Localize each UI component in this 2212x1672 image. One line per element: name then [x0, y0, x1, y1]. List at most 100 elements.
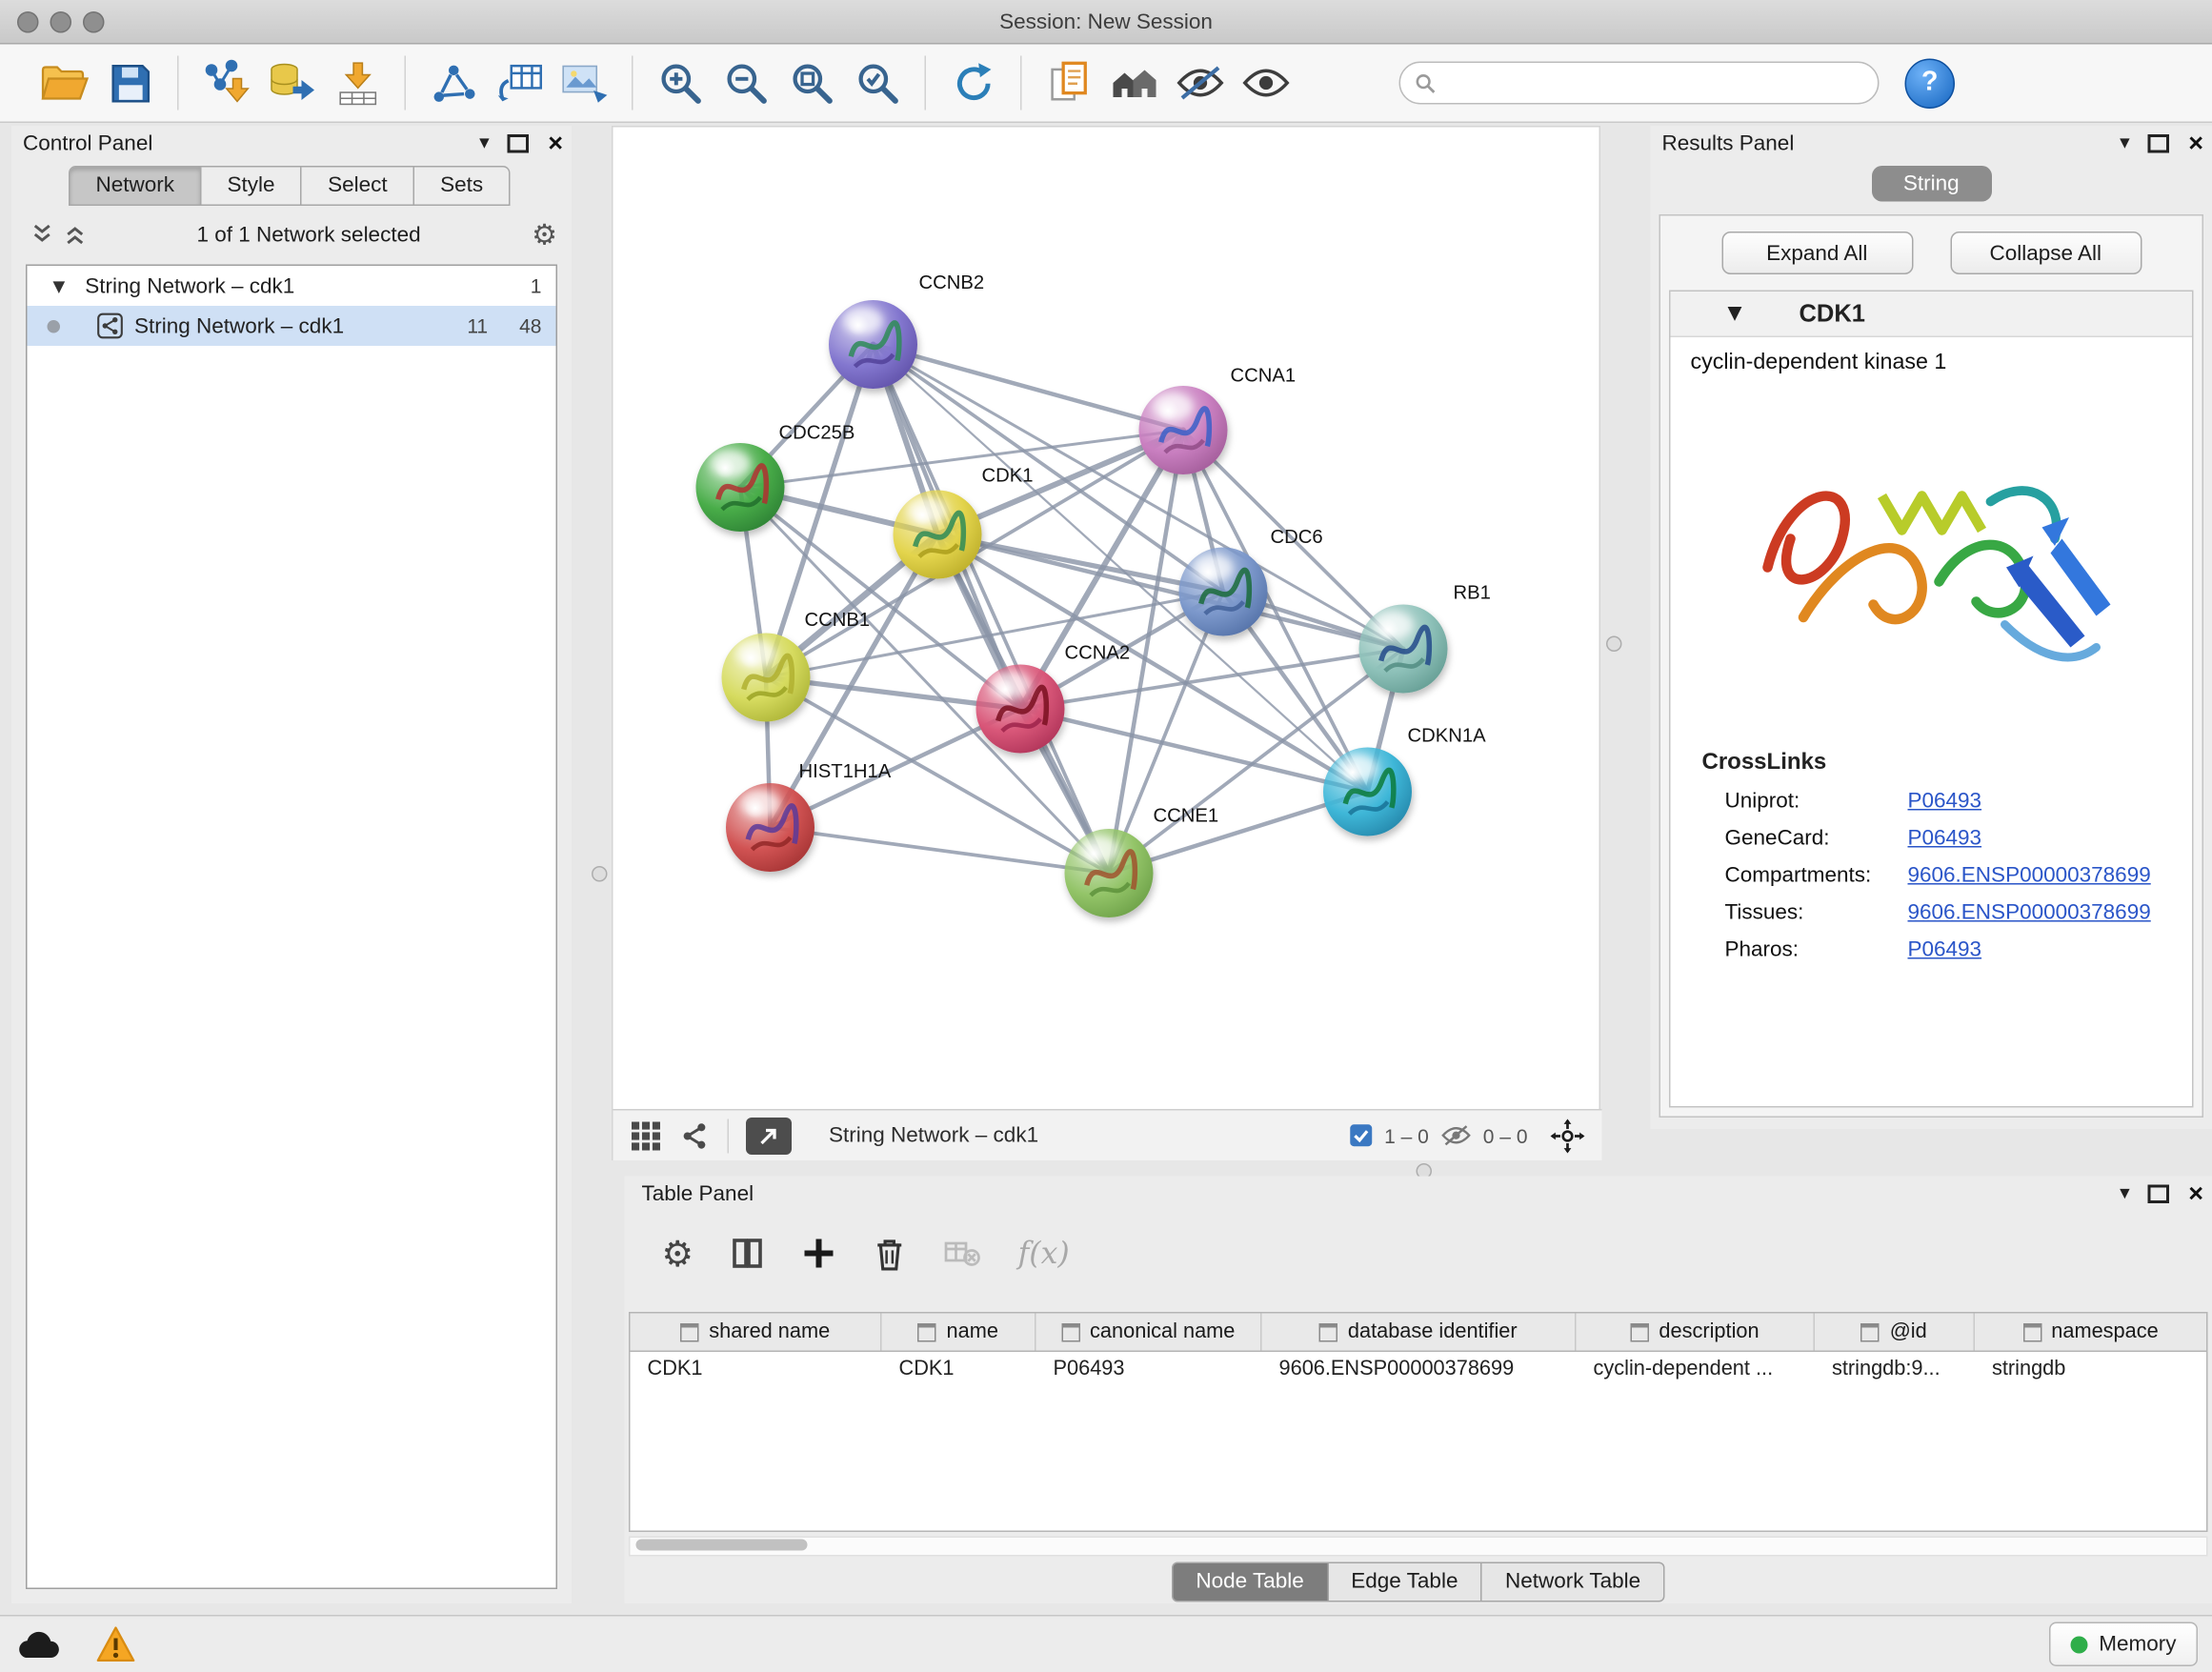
collapse-gene-icon[interactable]: ▼: [1728, 303, 1742, 325]
cell-id[interactable]: stringdb:9...: [1815, 1352, 1975, 1389]
network-node-cdc25b[interactable]: [696, 443, 785, 532]
export-image-icon[interactable]: [552, 50, 617, 116]
horizontal-scrollbar[interactable]: [629, 1537, 2208, 1557]
cell-description[interactable]: cyclin-dependent ...: [1577, 1352, 1816, 1389]
import-network-from-file-icon[interactable]: [193, 50, 259, 116]
cell-canonical-name[interactable]: P06493: [1036, 1352, 1262, 1389]
toolbar-separator: [405, 56, 407, 111]
network-node-cdc6[interactable]: [1179, 548, 1268, 636]
network-node-cdk1[interactable]: [894, 491, 982, 579]
crosslink-link[interactable]: 9606.ENSP00000378699: [1908, 863, 2151, 888]
network-node-ccne1[interactable]: [1065, 829, 1154, 917]
crosslink-link[interactable]: P06493: [1908, 937, 1982, 962]
hide-annotations-icon[interactable]: [1168, 50, 1234, 116]
splitter-handle[interactable]: [1606, 636, 1622, 653]
column-header[interactable]: database identifier: [1262, 1314, 1577, 1351]
network-node-ccna2[interactable]: [976, 665, 1065, 754]
close-panel-icon[interactable]: ×: [2188, 131, 2203, 156]
cell-namespace[interactable]: stringdb: [1975, 1352, 2206, 1389]
gene-header-row[interactable]: ▼ CDK1: [1671, 292, 2193, 337]
new-network-icon[interactable]: [420, 50, 486, 116]
selected-checkbox-icon[interactable]: [1349, 1123, 1374, 1148]
column-header[interactable]: canonical name: [1036, 1314, 1262, 1351]
network-overview-icon[interactable]: [679, 1119, 711, 1151]
import-network-from-database-icon[interactable]: [259, 50, 325, 116]
birds-eye-view-icon[interactable]: [631, 1119, 662, 1151]
help-button[interactable]: ?: [1905, 58, 1956, 109]
open-session-icon[interactable]: [31, 50, 97, 116]
copy-view-icon[interactable]: [1036, 50, 1102, 116]
panel-menu-icon[interactable]: ▾: [2120, 1183, 2130, 1203]
zoom-out-icon[interactable]: [714, 50, 779, 116]
close-panel-icon[interactable]: ×: [2188, 1180, 2203, 1206]
network-node-hist1h1a[interactable]: [726, 783, 814, 872]
control-panel: Control Panel ▾ × Network Style Select S…: [11, 126, 572, 1603]
column-header[interactable]: @id: [1815, 1314, 1975, 1351]
close-panel-icon[interactable]: ×: [548, 131, 563, 156]
column-header[interactable]: namespace: [1975, 1314, 2206, 1351]
show-columns-icon[interactable]: [731, 1237, 765, 1271]
zoom-selected-icon[interactable]: [845, 50, 911, 116]
scrollbar-thumb[interactable]: [636, 1540, 808, 1551]
cloud-icon[interactable]: [14, 1627, 63, 1662]
tab-network[interactable]: Network: [69, 166, 202, 206]
float-panel-icon[interactable]: [2148, 1184, 2170, 1203]
search-input[interactable]: [1445, 71, 1864, 96]
network-node-ccna1[interactable]: [1139, 386, 1228, 474]
crosslink-link[interactable]: P06493: [1908, 826, 1982, 851]
tab-node-table[interactable]: Node Table: [1172, 1562, 1328, 1602]
crosslink-link[interactable]: 9606.ENSP00000378699: [1908, 900, 2151, 925]
column-header[interactable]: name: [882, 1314, 1036, 1351]
tab-edge-table[interactable]: Edge Table: [1328, 1562, 1482, 1602]
save-session-icon[interactable]: [97, 50, 163, 116]
collapse-all-networks-icon[interactable]: [31, 223, 53, 246]
import-table-from-file-icon[interactable]: [325, 50, 391, 116]
add-column-icon[interactable]: [802, 1237, 836, 1271]
crosslink-link[interactable]: P06493: [1908, 789, 1982, 814]
home-icon[interactable]: [1102, 50, 1168, 116]
cell-shared-name[interactable]: CDK1: [631, 1352, 882, 1389]
collapse-all-button[interactable]: Collapse All: [1950, 232, 2142, 274]
tab-style[interactable]: Style: [202, 166, 303, 206]
panel-menu-icon[interactable]: ▾: [479, 133, 490, 153]
tab-sets[interactable]: Sets: [414, 166, 511, 206]
show-annotations-icon[interactable]: [1234, 50, 1299, 116]
open-in-new-window-button[interactable]: [746, 1117, 792, 1154]
expand-all-networks-icon[interactable]: [65, 223, 87, 246]
panel-menu-icon[interactable]: ▾: [2120, 133, 2130, 153]
refresh-view-icon[interactable]: [940, 50, 1006, 116]
cell-name[interactable]: CDK1: [882, 1352, 1036, 1389]
delete-column-icon[interactable]: [874, 1236, 907, 1272]
table-options-gear-icon[interactable]: ⚙: [662, 1236, 694, 1272]
fit-content-crosshair-icon[interactable]: [1551, 1118, 1585, 1153]
cell-database-identifier[interactable]: 9606.ENSP00000378699: [1262, 1352, 1577, 1389]
tab-select[interactable]: Select: [302, 166, 414, 206]
zoom-in-icon[interactable]: [648, 50, 714, 116]
node-label: CCNA2: [1065, 642, 1131, 664]
float-panel-icon[interactable]: [508, 133, 530, 152]
window-title: Session: New Session: [0, 10, 2212, 34]
column-header[interactable]: shared name: [631, 1314, 882, 1351]
network-node-rb1[interactable]: [1359, 605, 1448, 694]
network-table-icon[interactable]: [486, 50, 552, 116]
collection-expander-icon[interactable]: ▼: [53, 276, 66, 295]
table-row[interactable]: CDK1 CDK1 P06493 9606.ENSP00000378699 cy…: [631, 1352, 2207, 1389]
expand-all-button[interactable]: Expand All: [1721, 232, 1913, 274]
network-edges: [613, 128, 1602, 1110]
warning-icon[interactable]: [94, 1625, 137, 1664]
float-panel-icon[interactable]: [2148, 133, 2170, 152]
splitter-handle[interactable]: [592, 866, 608, 882]
memory-button[interactable]: Memory: [2049, 1622, 2198, 1667]
network-row-selected[interactable]: String Network – cdk1 11 48: [28, 306, 556, 346]
network-node-ccnb2[interactable]: [829, 300, 917, 389]
hidden-eye-icon[interactable]: [1440, 1123, 1472, 1148]
zoom-fit-icon[interactable]: [779, 50, 845, 116]
network-canvas[interactable]: CCNB2CCNA1CDC25BCDK1CDC6RB1CCNB1CCNA2CDK…: [613, 128, 1602, 1110]
column-header[interactable]: description: [1577, 1314, 1816, 1351]
tab-network-table[interactable]: Network Table: [1482, 1562, 1665, 1602]
network-options-gear-icon[interactable]: ⚙: [532, 220, 557, 249]
network-node-cdkn1a[interactable]: [1323, 748, 1412, 836]
string-results-tab[interactable]: String: [1871, 166, 1991, 202]
network-node-ccnb1[interactable]: [722, 634, 811, 722]
network-collection-row[interactable]: ▼ String Network – cdk1 1: [28, 266, 556, 306]
